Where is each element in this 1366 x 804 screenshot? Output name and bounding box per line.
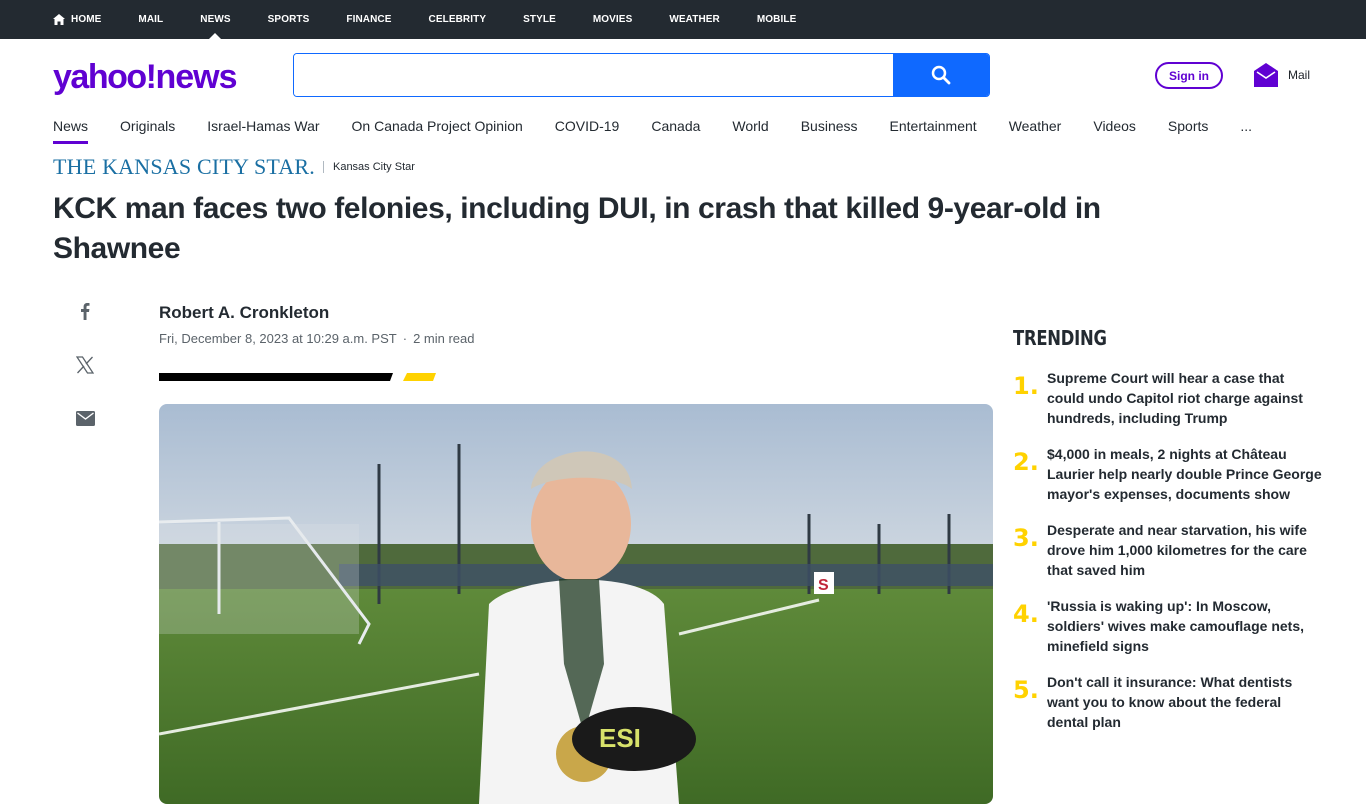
trending-number: 3. [1013, 524, 1039, 552]
top-nav-sports[interactable]: SPORTS [268, 0, 310, 39]
byline-divider-bars [159, 373, 436, 381]
publish-date: Fri, December 8, 2023 at 10:29 a.m. PST [159, 331, 397, 346]
section-videos[interactable]: Videos [1093, 118, 1136, 144]
section-canada[interactable]: Canada [651, 118, 700, 144]
top-nav-label: MOVIES [592, 14, 633, 25]
section-weather[interactable]: Weather [1009, 118, 1062, 144]
section-originals[interactable]: Originals [120, 118, 175, 144]
trending-link[interactable]: Supreme Court will hear a case that coul… [1047, 368, 1323, 428]
top-nav-celebrity[interactable]: CELEBRITY [429, 0, 487, 39]
top-nav-finance[interactable]: FINANCE [346, 0, 391, 39]
trending-link[interactable]: $4,000 in meals, 2 nights at Château Lau… [1047, 444, 1323, 504]
top-nav-label: SPORTS [267, 14, 310, 25]
top-nav-style[interactable]: STYLE [523, 0, 556, 39]
trending-number: 2. [1013, 448, 1039, 476]
svg-text:ESI: ESI [599, 723, 641, 753]
read-time: 2 min read [413, 331, 475, 346]
trending-item[interactable]: 2. $4,000 in meals, 2 nights at Château … [1013, 444, 1323, 504]
article-meta: Fri, December 8, 2023 at 10:29 a.m. PST ·… [159, 331, 475, 346]
section-business[interactable]: Business [801, 118, 858, 144]
meta-separator: · [402, 331, 408, 346]
trending-link[interactable]: 'Russia is waking up': In Moscow, soldie… [1047, 596, 1323, 656]
section-nav: News Originals Israel-Hamas War On Canad… [53, 118, 1284, 144]
top-nav-label: CELEBRITY [428, 14, 487, 25]
trending-item[interactable]: 3. Desperate and near starvation, his wi… [1013, 520, 1323, 580]
share-email-button[interactable] [72, 406, 98, 430]
trending-number: 5. [1013, 676, 1039, 704]
share-x-button[interactable] [72, 353, 98, 377]
top-nav-label: FINANCE [346, 14, 392, 25]
top-bar: HOME MAIL NEWS SPORTS FINANCE CELEBRITY … [0, 0, 1366, 39]
top-nav-news[interactable]: NEWS [200, 0, 230, 39]
top-nav-weather[interactable]: WEATHER [669, 0, 720, 39]
top-nav: HOME MAIL NEWS SPORTS FINANCE CELEBRITY … [0, 0, 1366, 39]
article-source: THE KANSAS CITY STAR. Kansas City Star [53, 154, 415, 180]
share-facebook-button[interactable] [72, 299, 98, 323]
top-nav-label: MAIL [138, 14, 164, 25]
mail-label: Mail [1288, 68, 1311, 82]
search-input[interactable] [294, 54, 893, 96]
publisher-logo[interactable]: THE KANSAS CITY STAR. [53, 154, 315, 180]
home-icon [53, 14, 65, 25]
source-divider [322, 161, 324, 173]
top-nav-movies[interactable]: MOVIES [593, 0, 633, 39]
top-nav-home[interactable]: HOME [53, 0, 101, 39]
search-icon [931, 65, 951, 85]
trending-number: 1. [1013, 372, 1039, 400]
top-nav-mobile[interactable]: MOBILE [757, 0, 797, 39]
x-icon [76, 356, 94, 374]
section-covid-19[interactable]: COVID-19 [555, 118, 620, 144]
article-title: KCK man faces two felonies, including DU… [53, 192, 1101, 265]
section-israel-hamas-war[interactable]: Israel-Hamas War [207, 118, 319, 144]
mail-icon [1254, 63, 1278, 87]
top-nav-label: WEATHER [669, 14, 720, 25]
section-on-canada-project-opinion[interactable]: On Canada Project Opinion [352, 118, 523, 144]
article-hero-image[interactable]: S ESI [159, 404, 993, 804]
trending-item[interactable]: 4. 'Russia is waking up': In Moscow, sol… [1013, 596, 1323, 656]
top-nav-label: MOBILE [756, 14, 797, 25]
trending-list: 1. Supreme Court will hear a case that c… [1013, 368, 1323, 748]
trending-link[interactable]: Don't call it insurance: What dentists w… [1047, 672, 1323, 732]
yahoo-news-logo[interactable]: yahoo! news [53, 58, 238, 96]
svg-text:S: S [818, 577, 829, 594]
trending-number: 4. [1013, 600, 1039, 628]
search-button[interactable] [893, 54, 989, 96]
section-more[interactable]: ... [1240, 118, 1252, 144]
section-news[interactable]: News [53, 118, 89, 144]
section-sports[interactable]: Sports [1168, 118, 1208, 144]
logo-yahoo: yahoo! [53, 58, 157, 96]
section-entertainment[interactable]: Entertainment [890, 118, 977, 144]
logo-news: news [155, 58, 237, 96]
author-name[interactable]: Robert A. Cronkleton [159, 303, 329, 323]
top-nav-label: STYLE [523, 14, 556, 25]
trending-item[interactable]: 5. Don't call it insurance: What dentist… [1013, 672, 1323, 732]
email-icon [75, 410, 95, 426]
section-world[interactable]: World [732, 118, 768, 144]
sign-in-button[interactable]: Sign in [1155, 62, 1223, 89]
top-nav-label: HOME [71, 14, 102, 25]
provider-name[interactable]: Kansas City Star [333, 161, 415, 173]
search-bar [293, 53, 990, 97]
facebook-icon [81, 303, 90, 320]
top-nav-label: NEWS [200, 14, 231, 25]
trending-heading: TRENDING [1013, 326, 1107, 350]
trending-item[interactable]: 1. Supreme Court will hear a case that c… [1013, 368, 1323, 428]
top-nav-mail[interactable]: MAIL [138, 0, 163, 39]
trending-link[interactable]: Desperate and near starvation, his wife … [1047, 520, 1323, 580]
mail-link[interactable]: Mail [1254, 62, 1310, 88]
boy-with-medal-photo: S ESI [159, 404, 993, 804]
